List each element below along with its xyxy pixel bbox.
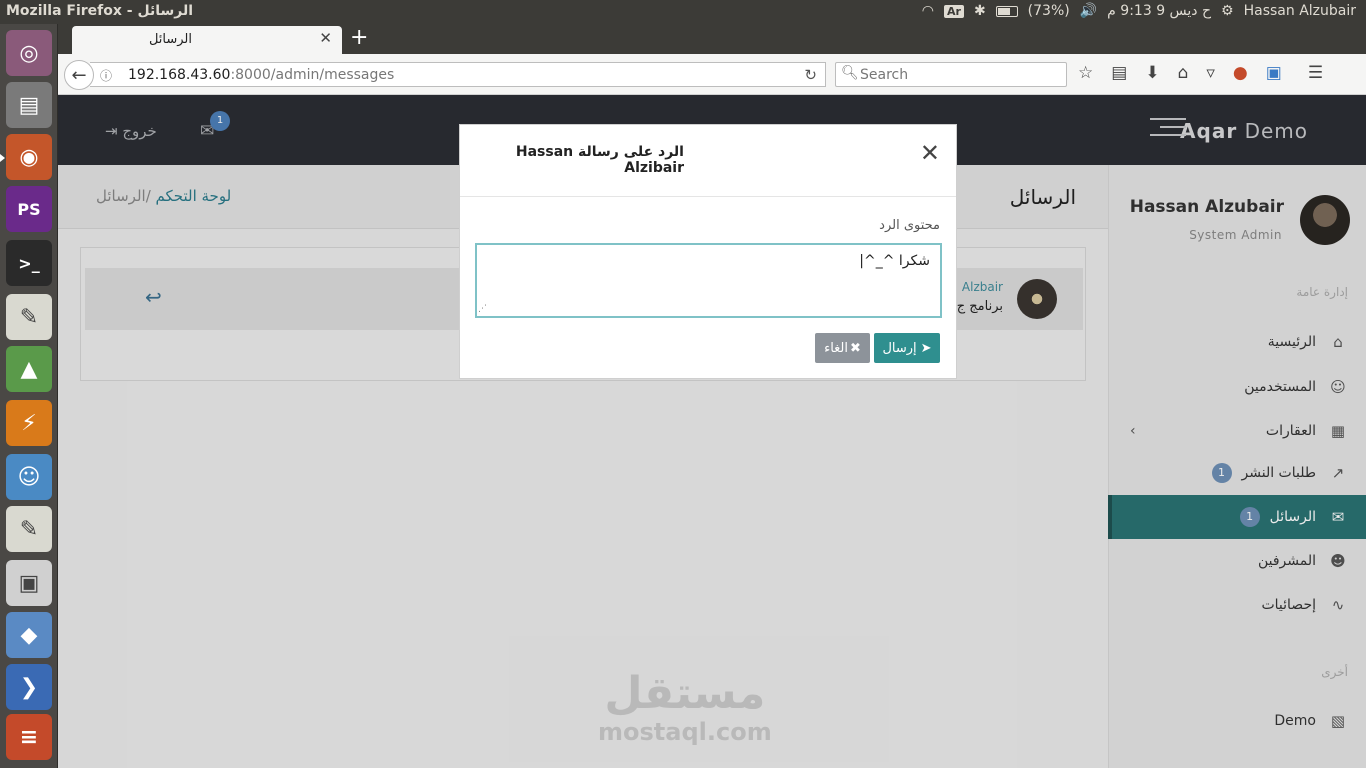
- phpstorm-icon[interactable]: PS: [6, 186, 52, 232]
- browser-toolbar: ☆ ▤ ⬇ ⌂ ▿ ● ▣ ☰: [1078, 63, 1323, 83]
- virtualbox-icon[interactable]: ◆: [6, 612, 52, 658]
- os-top-bar: Mozilla Firefox - الرسائل ◠ Ar ✱ (73%) 🔊…: [0, 0, 1366, 24]
- browser-tab[interactable]: الرسائل ✕: [72, 26, 342, 54]
- keyboard-layout[interactable]: Ar: [943, 4, 964, 18]
- arrow-left-icon: ←: [71, 64, 87, 86]
- files-stack-icon[interactable]: ≡: [6, 714, 52, 760]
- bluetooth-icon[interactable]: ✱: [974, 3, 986, 19]
- running-indicator: [0, 154, 5, 162]
- close-icon[interactable]: ✕: [920, 139, 940, 167]
- new-tab-icon[interactable]: +: [350, 25, 368, 50]
- flash-icon[interactable]: ⚡: [6, 400, 52, 446]
- download-icon[interactable]: ⬇: [1145, 63, 1159, 83]
- text-editor-icon[interactable]: ✎: [6, 506, 52, 552]
- session-user[interactable]: Hassan Alzubair: [1244, 3, 1356, 19]
- reply-field-label: محتوى الرد: [879, 218, 940, 233]
- url-bar[interactable]: ⓘ 192.168.43.60:8000/admin/messages ↻: [90, 62, 826, 87]
- url-host: 192.168.43.60: [128, 67, 231, 83]
- screenshot-icon[interactable]: ▣: [6, 560, 52, 606]
- android-studio-icon[interactable]: ▲: [6, 346, 52, 392]
- game-icon[interactable]: ☺: [6, 454, 52, 500]
- home-icon[interactable]: ⌂: [1178, 63, 1189, 83]
- info-icon[interactable]: ⓘ: [100, 67, 112, 84]
- bookmark-star-icon[interactable]: ☆: [1078, 63, 1093, 83]
- modal-header: الرد على رسالة Hassan Alzibair ✕: [460, 125, 956, 197]
- reload-icon[interactable]: ↻: [804, 66, 817, 84]
- firefox-icon[interactable]: ◉: [6, 134, 52, 180]
- url-path: :8000/admin/messages: [230, 67, 395, 83]
- ubuntu-extension-icon[interactable]: ●: [1233, 63, 1248, 83]
- modal-title: الرد على رسالة Hassan Alzibair: [515, 144, 684, 176]
- volume-icon[interactable]: 🔊: [1080, 3, 1097, 19]
- paper-plane-icon: ➤: [920, 340, 932, 356]
- hamburger-menu-icon[interactable]: ☰: [1308, 63, 1323, 83]
- pocket-icon[interactable]: ▿: [1206, 63, 1215, 83]
- extension-icon[interactable]: ▣: [1266, 63, 1282, 83]
- wifi-icon[interactable]: ◠: [922, 3, 934, 19]
- search-icon: 🔍︎: [841, 65, 859, 81]
- reply-modal: الرد على رسالة Hassan Alzibair ✕ محتوى ا…: [459, 124, 957, 379]
- reading-list-icon[interactable]: ▤: [1111, 63, 1127, 83]
- send-label: إرسال: [882, 340, 917, 356]
- browser-nav-bar: ⓘ 192.168.43.60:8000/admin/messages ↻ ← …: [58, 54, 1366, 95]
- terminal-icon[interactable]: >_: [6, 240, 52, 286]
- close-tab-icon[interactable]: ✕: [319, 29, 332, 47]
- vscode-icon[interactable]: ❯: [6, 664, 52, 710]
- files-icon[interactable]: ▤: [6, 82, 52, 128]
- text-editor-icon[interactable]: ✎: [6, 294, 52, 340]
- browser-tab-strip: الرسائل ✕ +: [58, 24, 1366, 54]
- url-text: 192.168.43.60:8000/admin/messages: [128, 67, 394, 83]
- battery-percent: (73%): [1027, 3, 1070, 19]
- launcher: ◎ ▤ ◉ PS >_ ✎ ▲ ⚡ ☺ ✎ ▣ ◆ ❯ ≡: [0, 24, 58, 768]
- battery-icon[interactable]: [995, 5, 1018, 17]
- tab-title: الرسائل: [148, 32, 192, 47]
- resize-grip-icon[interactable]: ⋰: [478, 304, 487, 314]
- back-button[interactable]: ←: [64, 60, 94, 90]
- search-placeholder: Search: [860, 67, 909, 83]
- cancel-label: الغاء: [824, 340, 848, 356]
- system-tray: ◠ Ar ✱ (73%) 🔊 ح ديس 9 9:13 م ⚙ Hassan A…: [922, 3, 1356, 19]
- dash-icon[interactable]: ◎: [6, 30, 52, 76]
- battery-fill: [997, 7, 1010, 15]
- clock[interactable]: ح ديس 9 9:13 م: [1107, 3, 1211, 19]
- gear-icon[interactable]: ⚙: [1221, 3, 1234, 19]
- close-icon: ✖: [850, 340, 861, 356]
- window-title: Mozilla Firefox - الرسائل: [6, 3, 194, 19]
- send-button[interactable]: إرسال ➤: [874, 333, 940, 363]
- reply-textarea[interactable]: شكرا ^_^|: [475, 243, 942, 318]
- web-page: Aqar Demo ✉ 1 خروج ⇥ الرسائل لوحة التحكم…: [58, 95, 1366, 768]
- search-box[interactable]: 🔍︎ Search: [835, 62, 1067, 87]
- cancel-button[interactable]: الغاء ✖: [815, 333, 870, 363]
